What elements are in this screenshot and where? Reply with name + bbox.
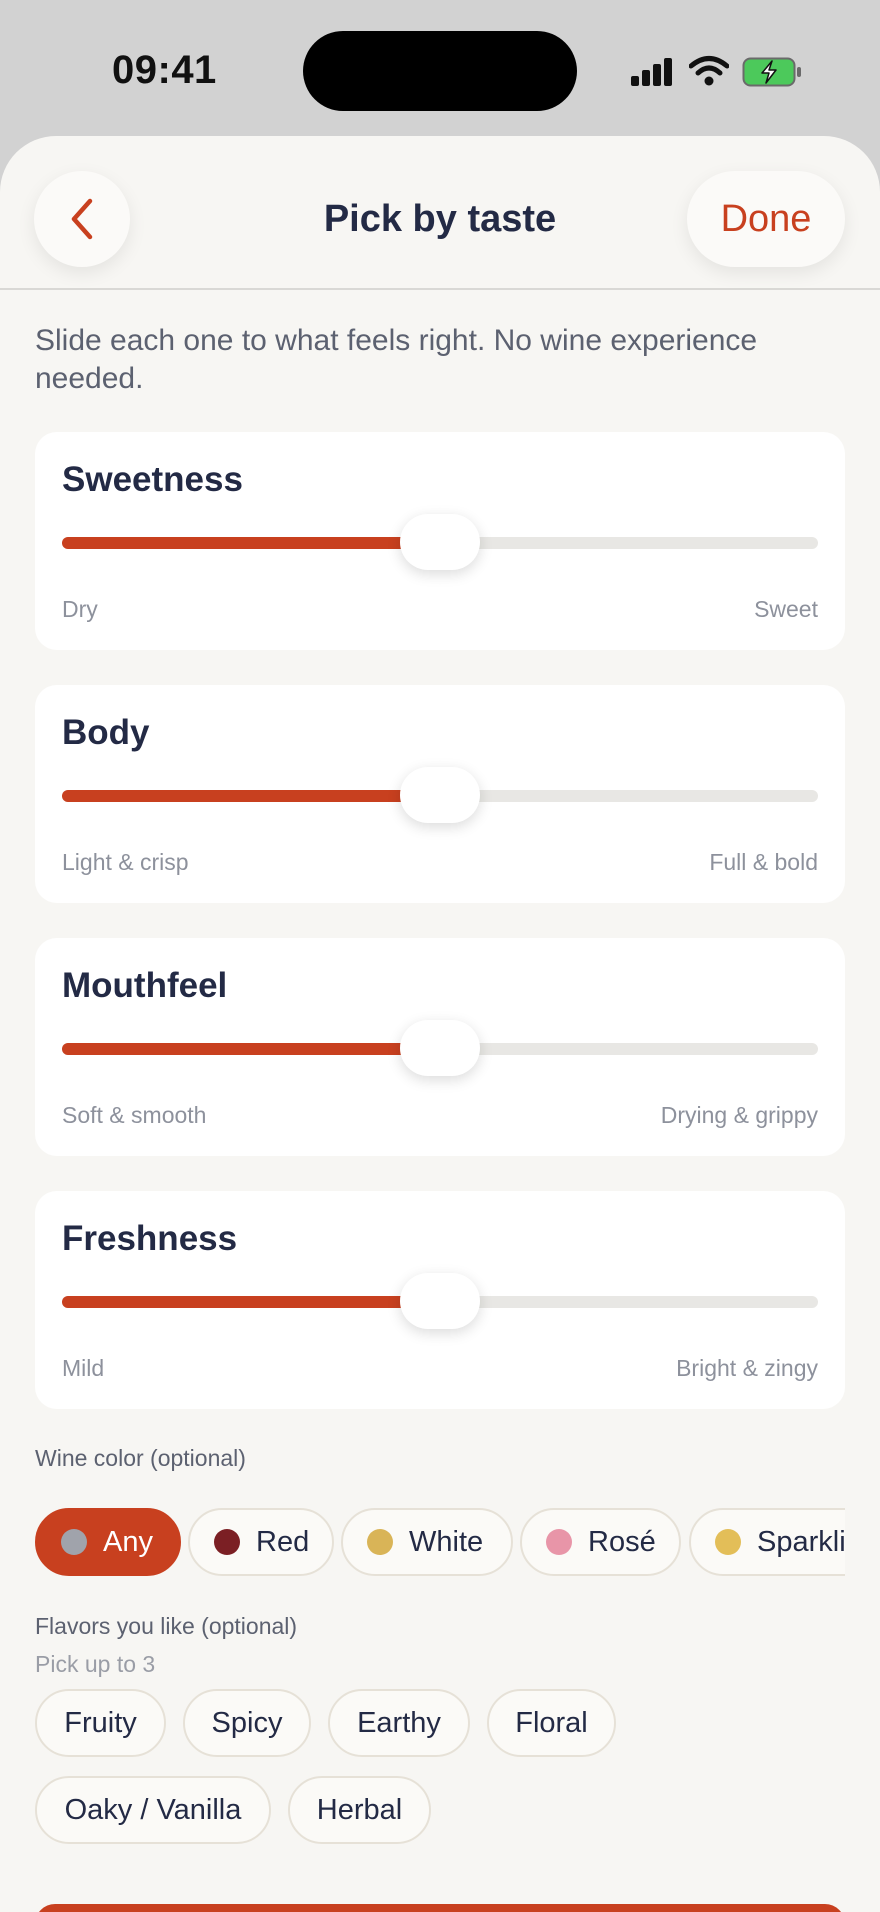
slider-card-mouthfeel: Mouthfeel Soft & smooth Drying & grippy xyxy=(35,938,845,1156)
slider-max-label: Full & bold xyxy=(709,849,818,875)
flavors-label: Flavors you like (optional) xyxy=(35,1613,298,1639)
slider-min-label: Mild xyxy=(62,1355,105,1381)
flavor-chip-earthy[interactable]: Earthy xyxy=(328,1689,470,1757)
dynamic-island xyxy=(303,31,577,111)
slider-title: Mouthfeel xyxy=(62,966,228,1005)
primary-action-button[interactable] xyxy=(35,1904,845,1912)
cellular-signal-icon xyxy=(631,58,673,86)
slider-thumb[interactable] xyxy=(400,767,480,823)
chip-red[interactable]: Red xyxy=(188,1508,334,1576)
gold-dot-icon xyxy=(367,1529,393,1555)
slider-fill xyxy=(62,1043,440,1055)
red-dot-icon xyxy=(214,1529,240,1555)
chip-rose[interactable]: Rosé xyxy=(520,1508,681,1576)
chip-label: Sparkli xyxy=(757,1525,845,1558)
slider-track[interactable] xyxy=(62,1273,818,1329)
flavor-chip-fruity[interactable]: Fruity xyxy=(35,1689,166,1757)
chip-sparkling[interactable]: Sparkli xyxy=(689,1508,845,1576)
slider-title: Sweetness xyxy=(62,460,243,499)
intro-text: Slide each one to what feels right. No w… xyxy=(35,324,758,395)
slider-title: Body xyxy=(62,713,150,752)
status-time: 09:41 xyxy=(112,48,217,92)
slider-track[interactable] xyxy=(62,514,818,570)
chip-label: Rosé xyxy=(588,1525,656,1558)
slider-thumb[interactable] xyxy=(400,1020,480,1076)
slider-card-freshness: Freshness Mild Bright & zingy xyxy=(35,1191,845,1409)
flavors-hint: Pick up to 3 xyxy=(35,1651,156,1677)
slider-track[interactable] xyxy=(62,1020,818,1076)
status-bar: 09:41 xyxy=(0,0,880,140)
done-button[interactable]: Done xyxy=(687,171,845,267)
slider-card-sweetness: Sweetness Dry Sweet xyxy=(35,432,845,650)
slider-max-label: Drying & grippy xyxy=(660,1102,818,1128)
slider-fill xyxy=(62,537,440,549)
slider-thumb[interactable] xyxy=(400,514,480,570)
slider-min-label: Soft & smooth xyxy=(62,1102,207,1128)
flavor-chip-oaky-vanilla[interactable]: Oaky / Vanilla xyxy=(35,1776,271,1844)
gray-dot-icon xyxy=(61,1529,87,1555)
chip-any[interactable]: Any xyxy=(35,1508,181,1576)
slider-card-body: Body Light & crisp Full & bold xyxy=(35,685,845,903)
slider-thumb[interactable] xyxy=(400,1273,480,1329)
nav-bar: Pick by taste Done xyxy=(0,136,880,290)
flavor-chip-floral[interactable]: Floral xyxy=(487,1689,616,1757)
pink-dot-icon xyxy=(546,1529,572,1555)
chip-white[interactable]: White xyxy=(341,1508,513,1576)
slider-max-label: Sweet xyxy=(754,596,818,622)
flavor-chip-herbal[interactable]: Herbal xyxy=(288,1776,431,1844)
chip-label: Red xyxy=(256,1525,310,1558)
taste-sheet: Pick by taste Done Slide each one to wha… xyxy=(0,136,880,1912)
battery-charging-icon xyxy=(742,57,801,87)
chip-label: Any xyxy=(103,1525,153,1558)
wine-color-chips: Any Red White Rosé Sparkli xyxy=(35,1508,845,1580)
slider-max-label: Bright & zingy xyxy=(676,1355,818,1381)
slider-min-label: Light & crisp xyxy=(62,849,189,875)
slider-track[interactable] xyxy=(62,767,818,823)
chip-label: White xyxy=(409,1525,484,1558)
slider-min-label: Dry xyxy=(62,596,98,622)
slider-fill xyxy=(62,1296,440,1308)
yellow-dot-icon xyxy=(715,1529,741,1555)
wifi-icon xyxy=(689,56,729,86)
wine-color-label: Wine color (optional) xyxy=(35,1445,246,1471)
flavor-chip-spicy[interactable]: Spicy xyxy=(183,1689,311,1757)
slider-title: Freshness xyxy=(62,1219,238,1258)
slider-fill xyxy=(62,790,440,802)
